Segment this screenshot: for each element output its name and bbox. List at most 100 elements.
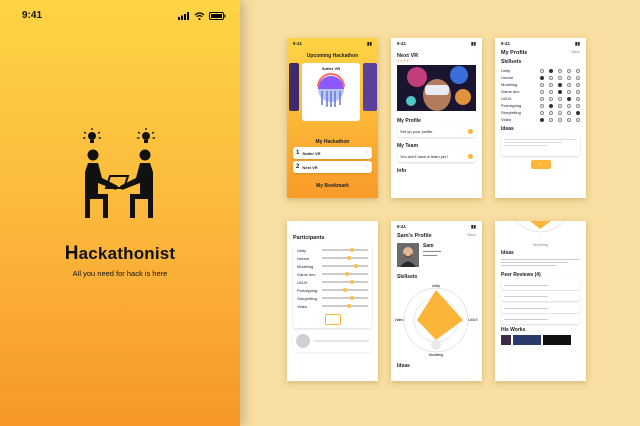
skill-level-dot[interactable] <box>576 82 580 87</box>
skill-level-dot[interactable] <box>576 96 580 101</box>
skill-filter-row[interactable]: Video <box>293 302 372 310</box>
skill-level-dot[interactable] <box>558 103 562 108</box>
hackathon-item[interactable]: 1 Sutter VR ✓ <box>293 147 372 159</box>
skill-level-dot[interactable] <box>567 82 571 87</box>
skill-filter-row[interactable]: UI/UX <box>293 278 372 286</box>
skill-level-dot[interactable] <box>540 89 544 94</box>
skill-level-dot[interactable] <box>549 103 553 108</box>
skill-slider[interactable] <box>322 287 368 292</box>
skill-row[interactable]: Video <box>495 116 586 123</box>
skill-level-dot[interactable] <box>567 117 571 122</box>
skill-level-dot[interactable] <box>549 75 553 80</box>
skill-filter-row[interactable]: Unity <box>293 246 372 254</box>
skill-level-dot[interactable] <box>540 75 544 80</box>
skill-level-selector[interactable] <box>540 96 580 101</box>
skill-level-dot[interactable] <box>567 68 571 73</box>
skill-level-dot[interactable] <box>567 96 571 101</box>
skill-filter-row[interactable]: Prototyping <box>293 286 372 294</box>
work-thumbnail[interactable] <box>513 335 541 345</box>
filter-button[interactable]: ✓ <box>324 314 341 325</box>
slider-handle[interactable] <box>349 279 354 284</box>
work-thumbnail[interactable] <box>501 335 511 345</box>
skill-slider[interactable] <box>322 255 368 260</box>
skill-level-dot[interactable] <box>549 89 553 94</box>
skill-filter-row[interactable]: Modeling <box>293 262 372 270</box>
slider-handle[interactable] <box>345 271 349 276</box>
skill-slider[interactable] <box>322 247 368 252</box>
skill-matrix[interactable]: Unity Unreal Modeling Game dev UI/UX Prototyp… <box>495 67 586 123</box>
skill-level-dot[interactable] <box>549 68 553 73</box>
slider-handle[interactable] <box>349 247 354 252</box>
skill-level-dot[interactable] <box>540 68 544 73</box>
skill-level-dot[interactable] <box>576 75 580 80</box>
skill-level-dot[interactable] <box>576 110 580 115</box>
skill-row[interactable]: Prototyping <box>495 102 586 109</box>
skill-level-dot[interactable] <box>558 117 562 122</box>
skill-level-dot[interactable] <box>558 82 562 87</box>
works-gallery[interactable] <box>495 333 586 347</box>
skill-level-selector[interactable] <box>540 82 580 87</box>
skill-level-dot[interactable] <box>549 96 553 101</box>
carousel-card-featured[interactable]: Sutter VR <box>302 63 360 121</box>
skill-level-dot[interactable] <box>540 110 544 115</box>
slider-handle[interactable] <box>347 255 352 260</box>
skill-level-dot[interactable] <box>540 103 544 108</box>
skill-level-dot[interactable] <box>567 75 571 80</box>
skill-level-selector[interactable] <box>540 75 580 80</box>
skill-filter-row[interactable]: Unreal <box>293 254 372 262</box>
skill-level-dot[interactable] <box>558 68 562 73</box>
hackathon-item[interactable]: 2 Next VR ✓ <box>293 161 372 173</box>
skill-level-dot[interactable] <box>576 103 580 108</box>
review-card[interactable] <box>501 291 580 301</box>
review-card[interactable] <box>501 279 580 290</box>
skill-level-dot[interactable] <box>540 96 544 101</box>
skill-sliders[interactable]: Unity Unreal Modeling Game dev UI/UX Prototyp… <box>293 246 372 310</box>
skill-level-dot[interactable] <box>549 82 553 87</box>
skill-slider[interactable] <box>322 271 368 276</box>
team-button[interactable]: You don't have a team yet ! <box>397 151 476 162</box>
skill-level-selector[interactable] <box>540 117 580 122</box>
slider-handle[interactable] <box>354 263 359 268</box>
skill-slider[interactable] <box>322 303 368 308</box>
save-button[interactable]: ✓ <box>530 160 551 169</box>
skill-row[interactable]: Game dev <box>495 88 586 95</box>
review-card[interactable] <box>501 302 580 313</box>
skill-level-selector[interactable] <box>540 110 580 115</box>
skill-level-dot[interactable] <box>567 110 571 115</box>
skill-row[interactable]: Unity <box>495 67 586 74</box>
skill-level-dot[interactable] <box>576 68 580 73</box>
skill-filter-row[interactable]: Storytelling <box>293 294 372 302</box>
ideas-textarea[interactable] <box>501 134 580 156</box>
slider-handle[interactable] <box>342 287 347 292</box>
skill-row[interactable]: Modeling <box>495 81 586 88</box>
back-button[interactable]: ‹ Back <box>466 233 476 239</box>
carousel-card-prev[interactable] <box>289 63 299 111</box>
skill-level-dot[interactable] <box>576 89 580 94</box>
skill-row[interactable]: Storytelling <box>495 109 586 116</box>
skill-level-dot[interactable] <box>567 89 571 94</box>
skill-level-dot[interactable] <box>558 89 562 94</box>
slider-handle[interactable] <box>347 303 352 308</box>
review-card[interactable] <box>501 314 580 324</box>
skill-slider[interactable] <box>322 279 368 284</box>
upcoming-carousel[interactable]: Sutter VR <box>289 63 378 121</box>
skill-level-selector[interactable] <box>540 103 580 108</box>
skill-level-selector[interactable] <box>540 89 580 94</box>
work-thumbnail[interactable] <box>543 335 571 345</box>
slider-handle[interactable] <box>349 295 354 300</box>
skill-level-selector[interactable] <box>540 68 580 73</box>
back-button[interactable]: ‹ Back <box>570 50 580 56</box>
skill-level-dot[interactable] <box>549 117 553 122</box>
skill-slider[interactable] <box>322 263 368 268</box>
skill-filter-row[interactable]: Game dev <box>293 270 372 278</box>
skill-level-dot[interactable] <box>540 82 544 87</box>
skill-level-dot[interactable] <box>549 110 553 115</box>
skill-slider[interactable] <box>322 295 368 300</box>
participant-card[interactable] <box>293 330 372 352</box>
skill-row[interactable]: UI/UX <box>495 95 586 102</box>
skill-level-dot[interactable] <box>558 96 562 101</box>
skill-level-dot[interactable] <box>540 117 544 122</box>
carousel-card-next[interactable] <box>363 63 377 111</box>
skill-level-dot[interactable] <box>558 75 562 80</box>
skill-row[interactable]: Unreal <box>495 74 586 81</box>
